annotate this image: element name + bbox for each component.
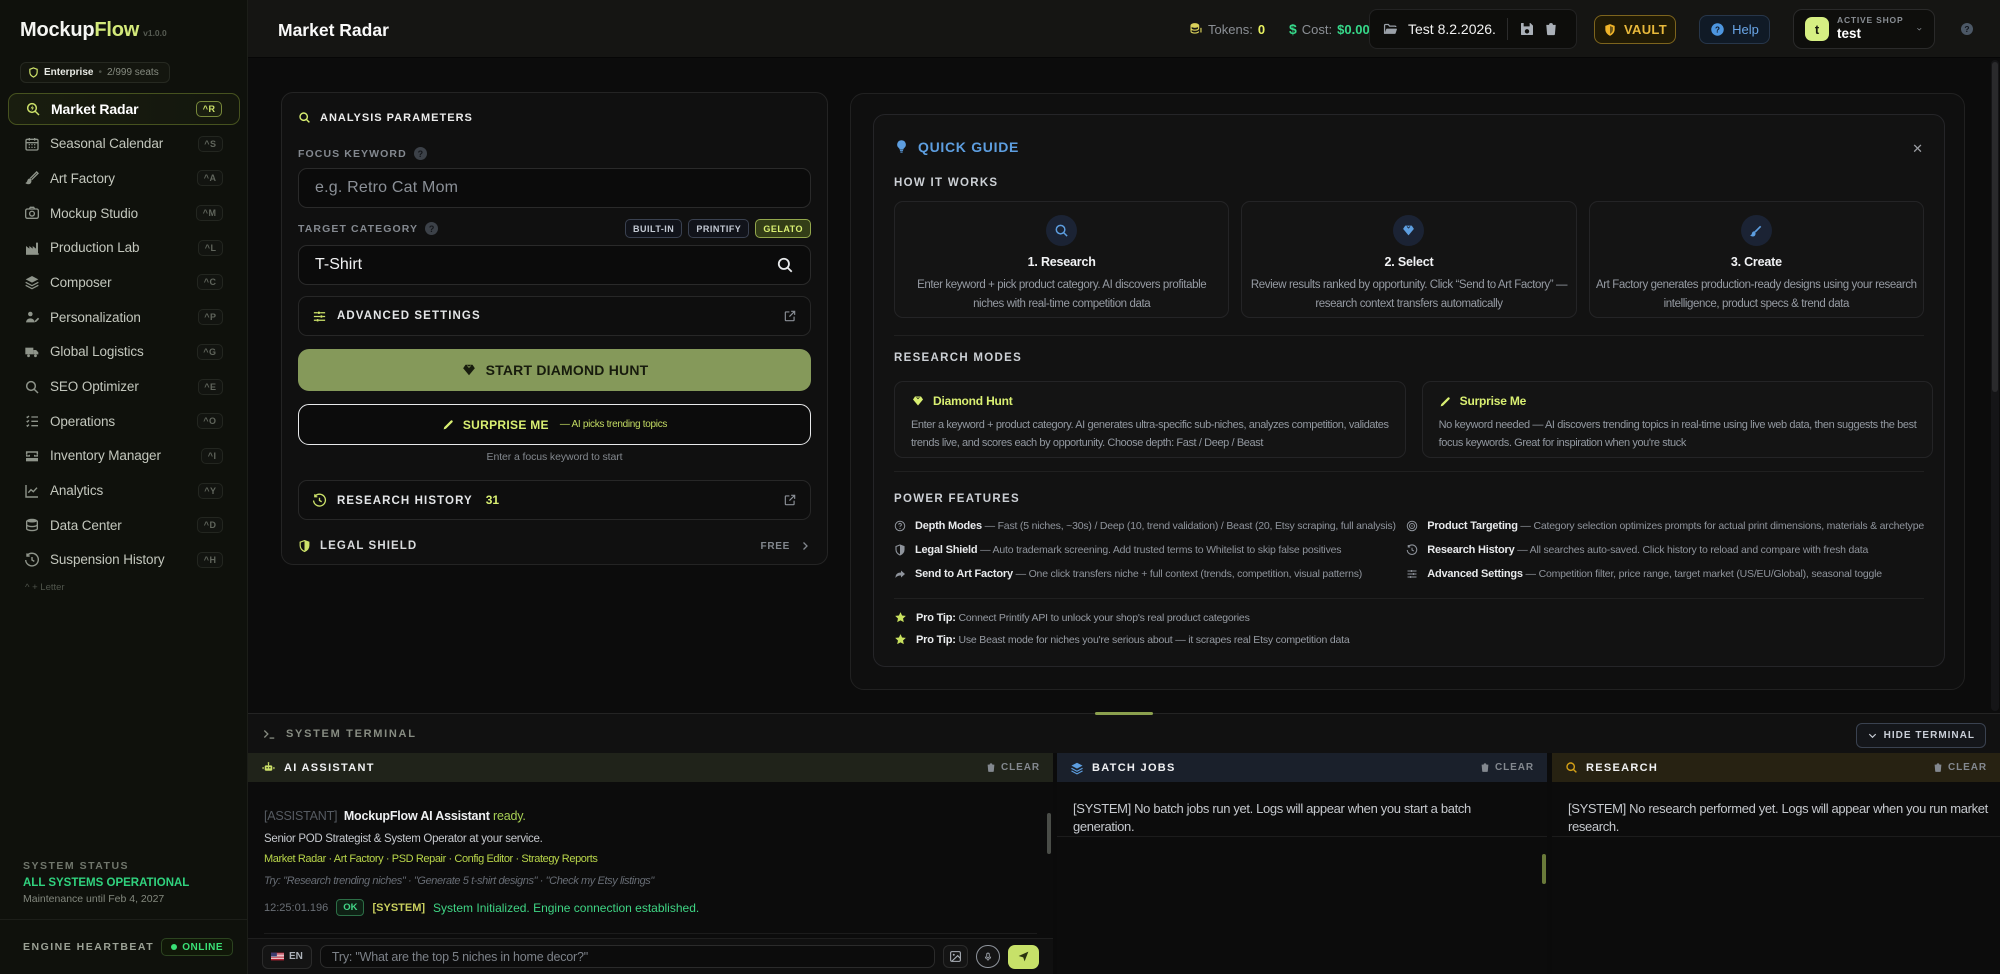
svg-text:?: ? <box>1715 25 1720 34</box>
